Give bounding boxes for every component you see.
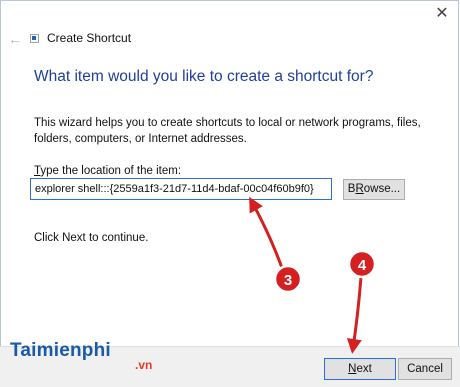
shortcut-app-icon xyxy=(30,34,39,43)
browse-suffix: owse... xyxy=(363,183,401,195)
watermark-main: Taimienphi xyxy=(10,340,111,361)
browse-mnemonic: R xyxy=(355,183,364,195)
watermark-logo: Taimienphi .vn xyxy=(10,340,152,372)
continue-hint: Click Next to continue. xyxy=(34,232,149,244)
wizard-content: What item would you like to create a sho… xyxy=(0,60,460,346)
title-bar: ✕ ← Create Shortcut xyxy=(0,0,460,60)
next-label: ext xyxy=(356,363,372,375)
window-title: Create Shortcut xyxy=(47,31,132,45)
next-button[interactable]: Next xyxy=(324,358,396,380)
close-icon[interactable]: ✕ xyxy=(432,4,452,24)
location-input[interactable] xyxy=(30,178,332,200)
back-arrow-icon[interactable]: ← xyxy=(8,32,22,46)
wizard-heading: What item would you like to create a sho… xyxy=(34,68,374,85)
browse-button[interactable]: BRowse... xyxy=(343,179,405,200)
watermark-suffix: .vn xyxy=(135,358,153,372)
label-text: ype the location of the item: xyxy=(40,165,182,177)
wizard-description: This wizard helps you to create shortcut… xyxy=(34,117,421,145)
cancel-button[interactable]: Cancel xyxy=(398,358,452,380)
location-field-label: Type the location of the item: xyxy=(34,165,181,177)
